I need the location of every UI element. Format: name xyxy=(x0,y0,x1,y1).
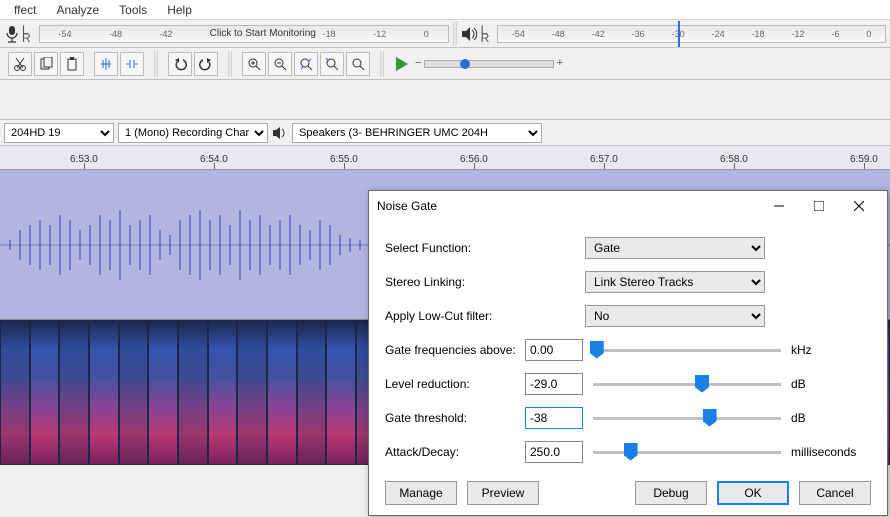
meter-tick: -42 xyxy=(592,29,605,39)
low-cut-label: Apply Low-Cut filter: xyxy=(385,309,525,323)
freq-slider[interactable] xyxy=(593,340,781,360)
menu-analyze[interactable]: Analyze xyxy=(46,3,109,17)
attack-input[interactable] xyxy=(525,441,583,463)
speaker-icon xyxy=(272,126,288,140)
copy-button[interactable] xyxy=(34,52,58,76)
device-toolbar: 204HD 19 1 (Mono) Recording Char Speaker… xyxy=(0,120,890,146)
level-input[interactable] xyxy=(525,373,583,395)
stereo-linking-label: Stereo Linking: xyxy=(385,275,525,289)
threshold-input[interactable] xyxy=(525,407,583,429)
time-tick: 6:55.0 xyxy=(330,154,358,165)
meter-tick: -6 xyxy=(831,29,839,39)
minimize-button[interactable] xyxy=(759,192,799,220)
freq-unit: kHz xyxy=(791,343,871,357)
menu-help[interactable]: Help xyxy=(157,3,202,17)
time-tick: 6:53.0 xyxy=(70,154,98,165)
timeline-ruler[interactable]: 6:53.0 6:54.0 6:55.0 6:56.0 6:57.0 6:58.… xyxy=(0,146,890,170)
ok-button[interactable]: OK xyxy=(717,481,789,505)
zoom-in-button[interactable] xyxy=(242,52,266,76)
time-tick: 6:56.0 xyxy=(460,154,488,165)
meter-tick: -48 xyxy=(552,29,565,39)
maximize-button[interactable] xyxy=(799,192,839,220)
meter-tick: -54 xyxy=(58,29,71,39)
close-button[interactable] xyxy=(839,192,879,220)
recording-meter[interactable]: -54 -48 -42 -18 -12 0 Click to Start Mon… xyxy=(39,25,449,43)
meter-tick: -24 xyxy=(712,29,725,39)
channels-select[interactable]: 1 (Mono) Recording Char xyxy=(118,123,268,143)
manage-button[interactable]: Manage xyxy=(385,481,457,505)
meter-tick: -54 xyxy=(512,29,525,39)
menubar: ffect Analyze Tools Help xyxy=(0,0,890,20)
meter-tick: -12 xyxy=(373,29,386,39)
silence-button[interactable] xyxy=(120,52,144,76)
stereo-linking-dropdown[interactable]: Link Stereo Tracks xyxy=(585,271,765,293)
output-device-select[interactable]: Speakers (3- BEHRINGER UMC 204H xyxy=(292,123,542,143)
play-button[interactable] xyxy=(390,52,414,76)
play-speed-slider[interactable]: −+ xyxy=(424,60,554,68)
paste-button[interactable] xyxy=(60,52,84,76)
threshold-unit: dB xyxy=(791,411,871,425)
attack-unit: milliseconds xyxy=(791,445,871,459)
fit-selection-button[interactable] xyxy=(294,52,318,76)
time-tick: 6:59.0 xyxy=(850,154,878,165)
freq-input[interactable] xyxy=(525,339,583,361)
noise-gate-dialog: Noise Gate Select Function: Gate Stereo … xyxy=(368,190,888,516)
playback-meter[interactable]: -54 -48 -42 -36 -30 -24 -18 -12 -6 0 xyxy=(497,25,886,43)
select-function-label: Select Function: xyxy=(385,241,525,255)
menu-tools[interactable]: Tools xyxy=(109,3,157,17)
low-cut-dropdown[interactable]: No xyxy=(585,305,765,327)
dialog-titlebar[interactable]: Noise Gate xyxy=(369,191,887,221)
attack-label: Attack/Decay: xyxy=(385,445,525,459)
level-unit: dB xyxy=(791,377,871,391)
meter-tick: -18 xyxy=(752,29,765,39)
preview-button[interactable]: Preview xyxy=(467,481,539,505)
dialog-title: Noise Gate xyxy=(377,199,759,213)
mic-icon: LR xyxy=(0,25,35,43)
level-label: Level reduction: xyxy=(385,377,525,391)
meter-tick: -12 xyxy=(791,29,804,39)
fit-project-button[interactable] xyxy=(320,52,344,76)
speaker-icon: LR xyxy=(457,26,494,42)
undo-button[interactable] xyxy=(168,52,192,76)
meter-tick: 0 xyxy=(424,29,429,39)
monitor-hint[interactable]: Click to Start Monitoring xyxy=(210,28,316,39)
cut-button[interactable] xyxy=(8,52,32,76)
level-slider[interactable] xyxy=(593,374,781,394)
freq-label: Gate frequencies above: xyxy=(385,343,525,357)
time-tick: 6:57.0 xyxy=(590,154,618,165)
meter-row: LR -54 -48 -42 -18 -12 0 Click to Start … xyxy=(0,20,890,48)
threshold-slider[interactable] xyxy=(593,408,781,428)
cancel-button[interactable]: Cancel xyxy=(799,481,871,505)
threshold-label: Gate threshold: xyxy=(385,411,525,425)
meter-tick: -48 xyxy=(109,29,122,39)
meter-tick: -18 xyxy=(323,29,336,39)
attack-slider[interactable] xyxy=(593,442,781,462)
redo-button[interactable] xyxy=(194,52,218,76)
meter-tick: 0 xyxy=(866,29,871,39)
time-tick: 6:54.0 xyxy=(200,154,228,165)
debug-button[interactable]: Debug xyxy=(635,481,707,505)
zoom-out-button[interactable] xyxy=(268,52,292,76)
input-device-select[interactable]: 204HD 19 xyxy=(4,123,114,143)
time-tick: 6:58.0 xyxy=(720,154,748,165)
zoom-toggle-button[interactable] xyxy=(346,52,370,76)
meter-tick: -42 xyxy=(160,29,173,39)
trim-button[interactable] xyxy=(94,52,118,76)
meter-tick: -36 xyxy=(632,29,645,39)
menu-effect[interactable]: ffect xyxy=(4,3,46,17)
select-function-dropdown[interactable]: Gate xyxy=(585,237,765,259)
edit-toolbar: −+ xyxy=(0,48,890,80)
